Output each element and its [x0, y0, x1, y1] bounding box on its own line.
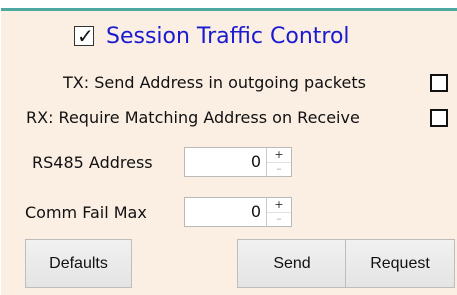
decrement-icon[interactable]: –	[267, 162, 291, 176]
defaults-button[interactable]: Defaults	[25, 239, 132, 288]
tx-label: TX: Send Address in outgoing packets	[63, 73, 366, 92]
comm-fail-max-stepper[interactable]: 0 + –	[184, 197, 292, 227]
increment-icon[interactable]: +	[267, 148, 291, 163]
stepper-buttons: + –	[266, 198, 291, 226]
rs485-address-label: RS485 Address	[32, 153, 153, 172]
rs485-address-value[interactable]: 0	[251, 152, 261, 171]
session-traffic-header: ✓ Session Traffic Control	[74, 21, 350, 51]
stepper-buttons: + –	[266, 148, 291, 176]
rx-checkbox[interactable]	[430, 109, 448, 127]
session-traffic-checkbox[interactable]: ✓	[74, 24, 94, 48]
request-button[interactable]: Request	[345, 239, 455, 288]
session-traffic-title: Session Traffic Control	[106, 23, 350, 49]
increment-icon[interactable]: +	[267, 198, 291, 213]
comm-fail-max-label: Comm Fail Max	[25, 203, 147, 222]
checkmark-icon: ✓	[77, 24, 94, 48]
comm-fail-max-value[interactable]: 0	[251, 202, 261, 221]
send-button[interactable]: Send	[237, 239, 347, 288]
rx-label: RX: Require Matching Address on Receive	[26, 108, 360, 127]
tx-checkbox[interactable]	[430, 74, 448, 92]
decrement-icon[interactable]: –	[267, 212, 291, 226]
rs485-address-stepper[interactable]: 0 + –	[184, 147, 292, 177]
